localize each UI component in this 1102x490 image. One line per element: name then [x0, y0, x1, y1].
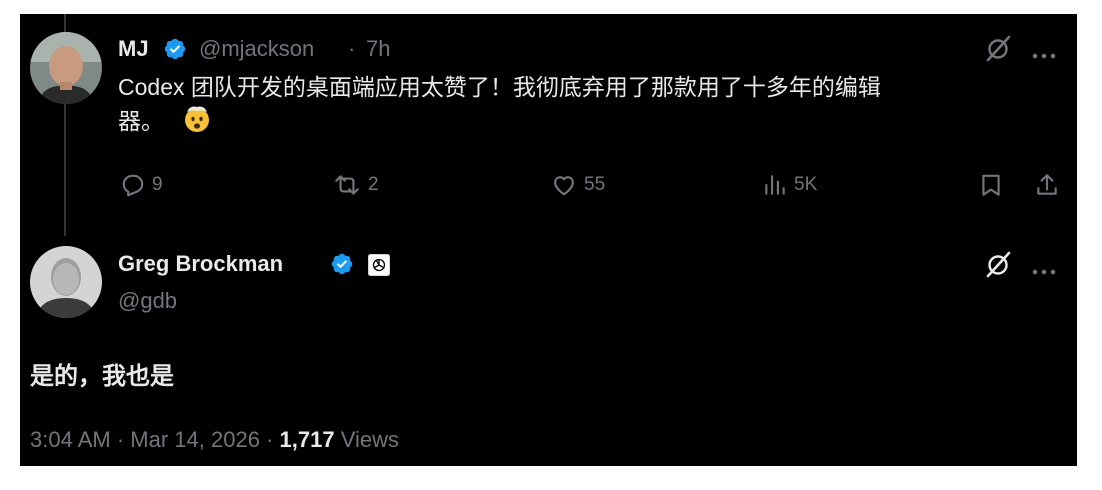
repost-button[interactable]: 2	[332, 172, 379, 198]
mj-tweet-line-2-wrap: 器。	[118, 103, 1038, 141]
like-button[interactable]: 55	[550, 172, 605, 198]
reply-icon	[122, 174, 144, 197]
views-button[interactable]: 5K	[762, 172, 817, 198]
mj-tweet-line-1: Codex 团队开发的桌面端应用太赞了！我彻底弃用了那款用了十多年的编辑	[118, 74, 881, 100]
views-label: Views	[340, 427, 399, 452]
gdb-tweet-text: 是的，我也是	[30, 363, 174, 390]
gdb-handle[interactable]: @gdb	[118, 288, 177, 314]
mj-tweet-text: Codex 团队开发的桌面端应用太赞了！我彻底弃用了那款用了十多年的编辑 器。	[118, 71, 1038, 141]
tweet-time[interactable]: 3:04 AM	[30, 427, 111, 452]
tweet-date[interactable]: Mar 14, 2026	[130, 427, 260, 452]
mj-separator: ·	[348, 36, 356, 61]
views-icon	[765, 175, 785, 195]
grok-icon[interactable]	[984, 250, 1012, 283]
verified-badge-icon	[163, 37, 187, 66]
mind-blown-emoji	[182, 103, 212, 141]
mj-time[interactable]: 7h	[366, 36, 390, 62]
openai-logo-icon[interactable]	[368, 254, 390, 281]
share-button[interactable]	[1034, 172, 1060, 198]
bookmark-icon	[982, 174, 1000, 196]
mj-display-name[interactable]: MJ	[118, 36, 149, 62]
repost-count: 2	[368, 174, 379, 195]
mj-avatar[interactable]	[30, 32, 102, 104]
gdb-display-name[interactable]: Greg Brockman	[118, 251, 283, 277]
tweet-meta: 3:04 AM · Mar 14, 2026 · 1,717 Views	[30, 427, 399, 453]
gdb-avatar[interactable]	[30, 246, 102, 318]
views-count: 5K	[794, 174, 818, 195]
meta-separator-2: ·	[266, 427, 274, 452]
more-icon[interactable]	[1032, 46, 1056, 64]
views-total: 1,717	[279, 427, 335, 452]
verified-badge-icon	[330, 252, 354, 281]
tweet-card: MJ @mjackson · 7h Codex 团队开发的桌面端应用太赞了！我彻…	[20, 14, 1077, 466]
repost-icon	[335, 175, 359, 195]
like-count: 55	[584, 174, 606, 195]
mj-handle[interactable]: @mjackson	[199, 36, 314, 62]
bookmark-button[interactable]	[978, 172, 1004, 198]
more-icon[interactable]	[1032, 262, 1056, 280]
reply-button[interactable]: 9	[120, 172, 163, 198]
share-icon	[1037, 174, 1057, 195]
heart-icon	[554, 176, 574, 196]
grok-icon[interactable]	[984, 34, 1012, 67]
mj-tweet-line-2: 器。	[118, 108, 164, 134]
meta-separator-1: ·	[116, 427, 125, 452]
reply-count: 9	[152, 174, 163, 195]
